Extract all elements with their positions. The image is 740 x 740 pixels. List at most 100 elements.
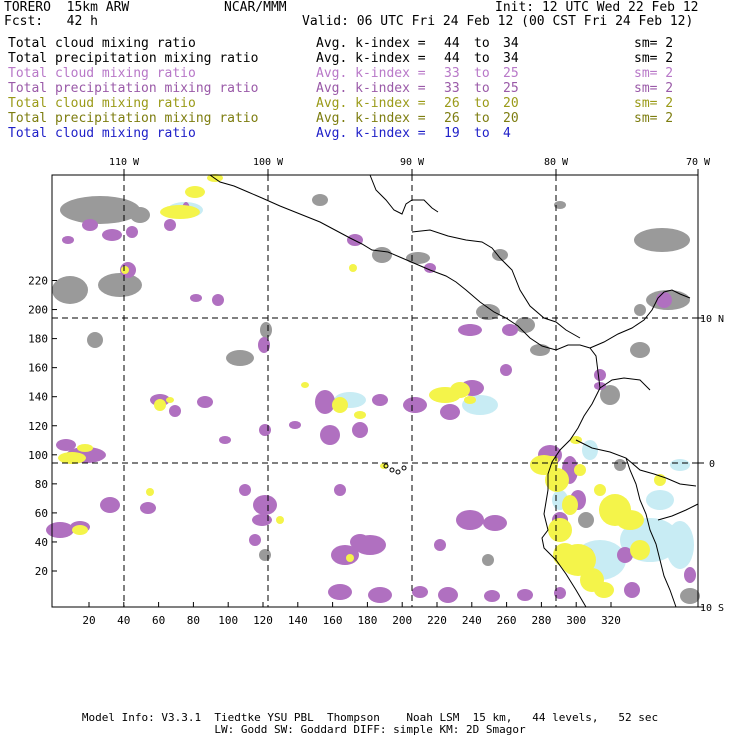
cloud-purple-area bbox=[140, 502, 156, 514]
cloud-purple-area bbox=[253, 495, 277, 515]
x-tick-label: 100 bbox=[218, 614, 238, 627]
cloud-purple-area bbox=[456, 510, 484, 530]
cloud-lightblue-area bbox=[646, 490, 674, 510]
lon-label: 110 W bbox=[109, 157, 140, 168]
cloud-purple-area bbox=[434, 539, 446, 551]
cloud-gray-area bbox=[372, 247, 392, 263]
cloud-purple-area bbox=[46, 522, 74, 538]
y-tick-label: 220 bbox=[28, 275, 48, 288]
cloud-gray-area bbox=[630, 342, 650, 358]
cloud-yellow-area bbox=[154, 399, 166, 411]
y-tick-label: 200 bbox=[28, 304, 48, 317]
cloud-purple-area bbox=[219, 436, 231, 444]
cloud-lightblue-area bbox=[666, 521, 694, 569]
cloud-yellow-area bbox=[616, 510, 644, 530]
y-tick-label: 40 bbox=[35, 536, 48, 549]
cloud-purple-area bbox=[656, 292, 672, 308]
cloud-purple-area bbox=[403, 397, 427, 413]
cloud-gray-area bbox=[312, 194, 328, 206]
x-tick-label: 20 bbox=[82, 614, 95, 627]
y-tick-label: 80 bbox=[35, 478, 48, 491]
cloud-gray-area bbox=[52, 276, 88, 304]
cloud-purple-area bbox=[328, 584, 352, 600]
cloud-yellow-area bbox=[146, 488, 154, 496]
cloud-purple-area bbox=[289, 421, 301, 429]
cloud-yellow-area bbox=[185, 186, 205, 198]
x-tick-label: 260 bbox=[497, 614, 517, 627]
island-outline bbox=[401, 465, 407, 471]
cloud-gray-area bbox=[515, 317, 535, 333]
cloud-yellow-area bbox=[594, 582, 614, 598]
cloud-purple-area bbox=[334, 484, 346, 496]
cloud-purple-area bbox=[372, 394, 388, 406]
cloud-purple-area bbox=[252, 514, 272, 526]
cloud-purple-area bbox=[368, 587, 392, 603]
cloud-gray-area bbox=[406, 252, 430, 264]
x-tick-label: 240 bbox=[462, 614, 482, 627]
cloud-yellow-area bbox=[548, 518, 572, 542]
cloud-purple-area bbox=[169, 405, 181, 417]
x-tick-label: 220 bbox=[427, 614, 447, 627]
cloud-purple-area bbox=[102, 229, 122, 241]
cloud-purple-area bbox=[440, 404, 460, 420]
x-tick-label: 140 bbox=[288, 614, 308, 627]
lon-label: 70 W bbox=[686, 157, 711, 168]
y-tick-label: 100 bbox=[28, 449, 48, 462]
island-outline bbox=[389, 467, 395, 473]
cloud-purple-area bbox=[249, 534, 261, 546]
coastline bbox=[369, 174, 439, 215]
coastline bbox=[411, 229, 581, 339]
cloud-purple-area bbox=[354, 535, 386, 555]
y-tick-label: 60 bbox=[35, 507, 48, 520]
x-tick-label: 280 bbox=[531, 614, 551, 627]
cloud-yellow-area bbox=[332, 397, 348, 413]
cloud-yellow-area bbox=[574, 464, 586, 476]
x-tick-label: 80 bbox=[187, 614, 200, 627]
cloud-purple-area bbox=[483, 515, 507, 531]
cloud-yellow-area bbox=[464, 396, 476, 404]
cloud-purple-area bbox=[500, 364, 512, 376]
y-tick-label: 120 bbox=[28, 420, 48, 433]
cloud-lightblue-area bbox=[582, 440, 598, 460]
cloud-purple-area bbox=[412, 586, 428, 598]
cloud-purple-area bbox=[239, 484, 251, 496]
x-tick-label: 300 bbox=[566, 614, 586, 627]
cloud-yellow-area bbox=[166, 397, 174, 403]
cloud-purple-area bbox=[624, 582, 640, 598]
cloud-gray-area bbox=[60, 196, 140, 224]
cloud-yellow-area bbox=[160, 205, 200, 219]
y-tick-label: 180 bbox=[28, 333, 48, 346]
x-tick-label: 160 bbox=[323, 614, 343, 627]
cloud-purple-area bbox=[190, 294, 202, 302]
cloud-purple-area bbox=[438, 587, 458, 603]
cloud-gray-area bbox=[634, 228, 690, 252]
cloud-gray-area bbox=[680, 588, 700, 604]
cloud-gray-area bbox=[259, 549, 271, 561]
cloud-purple-area bbox=[164, 219, 176, 231]
cloud-purple-area bbox=[517, 589, 533, 601]
x-tick-label: 320 bbox=[601, 614, 621, 627]
island-outline bbox=[395, 469, 401, 475]
cloud-gray-area bbox=[130, 207, 150, 223]
y-tick-label: 140 bbox=[28, 391, 48, 404]
cloud-yellow-area bbox=[276, 516, 284, 524]
cloud-gray-area bbox=[226, 350, 254, 366]
cloud-gray-area bbox=[87, 332, 103, 348]
cloud-lightblue-area bbox=[670, 459, 690, 471]
cloud-gray-area bbox=[634, 304, 646, 316]
cloud-purple-area bbox=[502, 324, 518, 336]
cloud-purple-area bbox=[320, 425, 340, 445]
cloud-purple-area bbox=[126, 226, 138, 238]
cloud-purple-area bbox=[259, 424, 271, 436]
cloud-purple-area bbox=[197, 396, 213, 408]
cloud-purple-area bbox=[82, 219, 98, 231]
cloud-yellow-area bbox=[354, 411, 366, 419]
lon-label: 90 W bbox=[400, 157, 425, 168]
map-panel: 110 W 100 W 90 W 80 W 70 W 10 N 0 10 S 20 40 60 80 1… bbox=[28, 157, 724, 627]
cloud-yellow-area bbox=[349, 264, 357, 272]
lat-label: 0 bbox=[709, 459, 715, 470]
lat-label: 10 S bbox=[700, 603, 724, 614]
cloud-yellow-area bbox=[346, 554, 354, 562]
cloud-purple-area bbox=[62, 236, 74, 244]
cloud-yellow-area bbox=[594, 484, 606, 496]
